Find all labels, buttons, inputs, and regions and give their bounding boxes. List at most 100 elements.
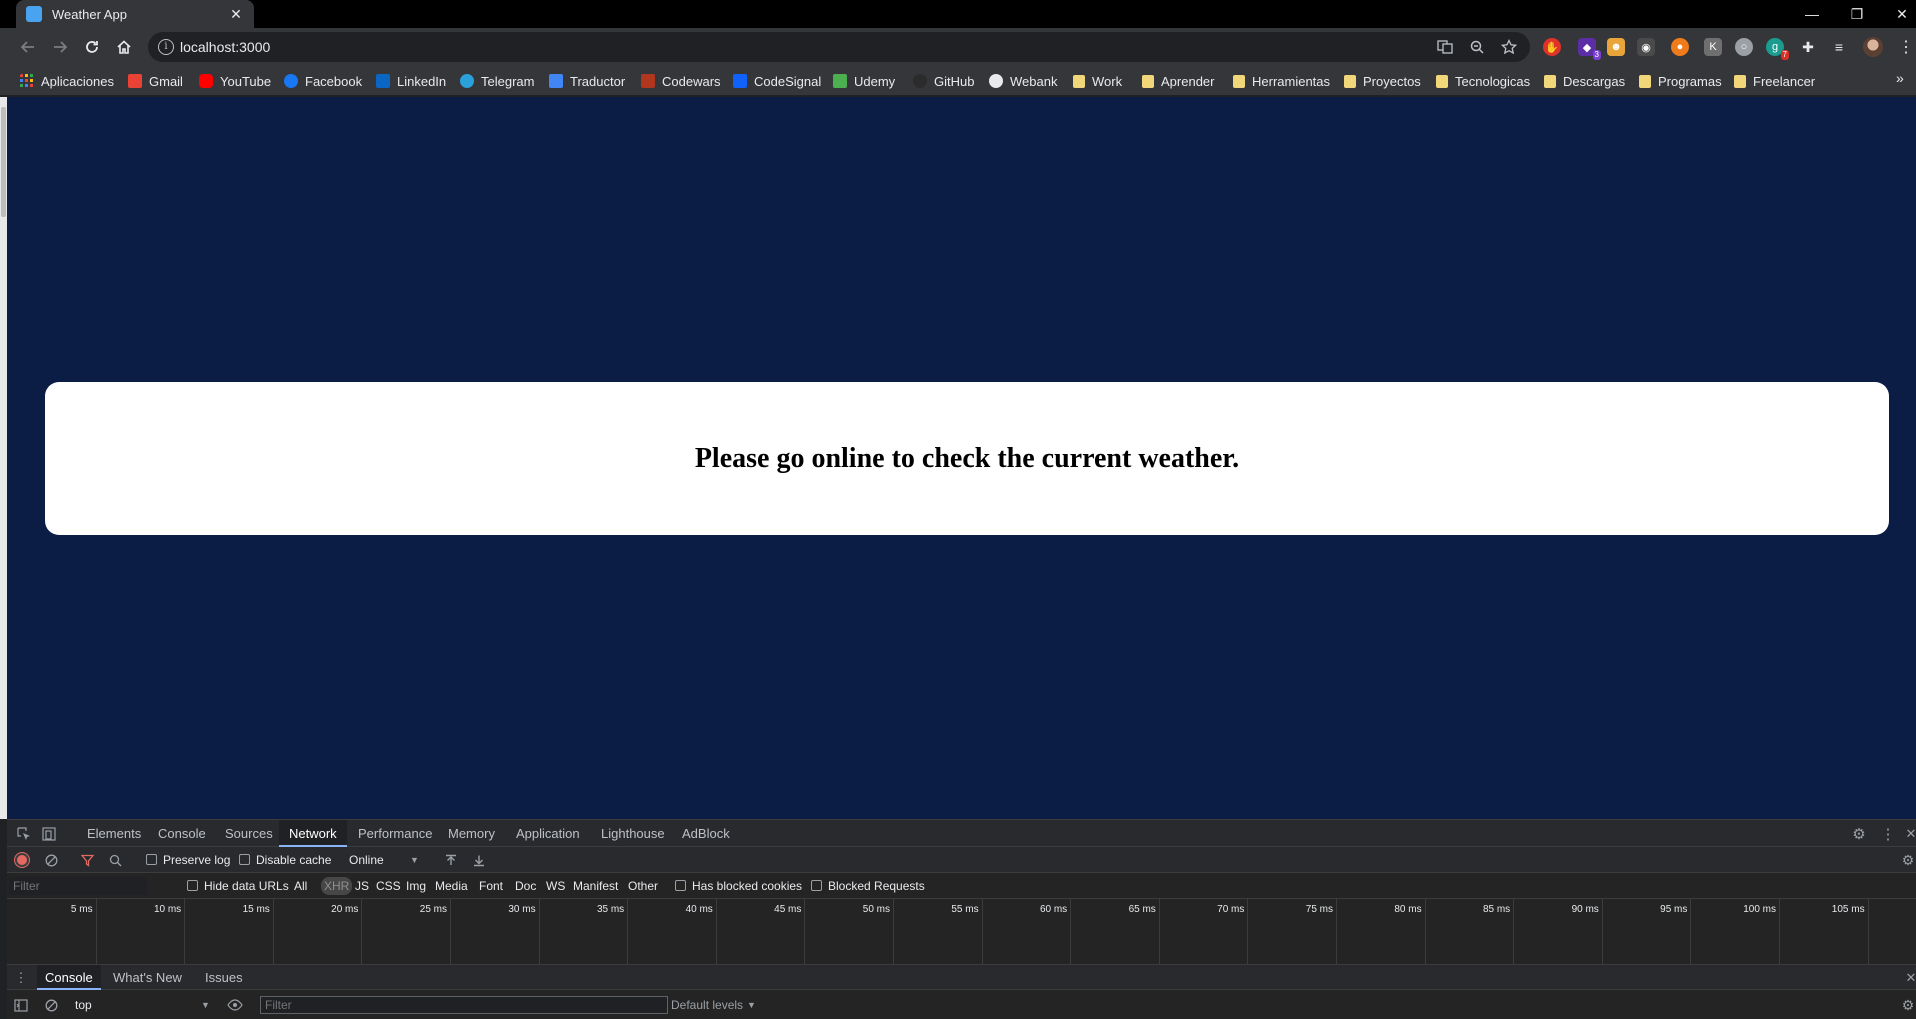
bookmark-facebook[interactable]: Facebook (284, 72, 362, 90)
type-filter-all[interactable]: All (291, 877, 310, 895)
devtools-tab-lighthouse[interactable]: Lighthouse (591, 820, 675, 847)
bookmark-gmail[interactable]: Gmail (128, 72, 183, 90)
console-settings-gear-icon[interactable]: ⚙ (1900, 997, 1916, 1013)
site-info-icon[interactable]: i (158, 39, 174, 55)
home-button[interactable] (112, 35, 136, 59)
extension-gray-icon[interactable]: K (1704, 38, 1722, 56)
type-filter-ws[interactable]: WS (543, 877, 568, 895)
bookmark-folder-tecnologicas[interactable]: Tecnologicas (1436, 72, 1530, 90)
extensions-puzzle-icon[interactable]: ✚ (1799, 38, 1817, 56)
reading-list-icon[interactable]: ≡ (1830, 38, 1848, 56)
bookmark-folder-freelancer[interactable]: Freelancer (1734, 72, 1815, 90)
drawer-tab-issues[interactable]: Issues (197, 965, 251, 990)
drawer-menu-icon[interactable]: ⋮ (13, 970, 29, 986)
browser-tab[interactable]: Weather App ✕ (16, 0, 254, 28)
log-levels-dropdown[interactable]: Default levels (671, 998, 743, 1012)
zoom-icon[interactable] (1468, 38, 1486, 56)
type-filter-css[interactable]: CSS (373, 877, 404, 895)
devtools-tab-console[interactable]: Console (148, 820, 216, 847)
disable-cache-checkbox[interactable] (239, 854, 250, 865)
bookmark-folder-programas[interactable]: Programas (1639, 72, 1722, 90)
type-filter-js[interactable]: JS (352, 877, 372, 895)
forward-button[interactable] (48, 35, 72, 59)
javascript-context-select[interactable]: top (75, 998, 92, 1012)
has-blocked-cookies-checkbox[interactable] (675, 880, 686, 891)
bookmark-github[interactable]: GitHub (913, 72, 974, 90)
preserve-log-checkbox[interactable] (146, 854, 157, 865)
drawer-tab-whats-new[interactable]: What's New (105, 965, 190, 990)
type-filter-img[interactable]: Img (403, 877, 429, 895)
close-window-button[interactable]: ✕ (1883, 0, 1916, 28)
bookmark-linkedin[interactable]: LinkedIn (376, 72, 446, 90)
console-filter-input[interactable] (260, 996, 668, 1014)
import-har-icon[interactable] (443, 852, 459, 868)
bookmark-codewars[interactable]: Codewars (641, 72, 721, 90)
type-filter-font[interactable]: Font (476, 877, 506, 895)
type-filter-media[interactable]: Media (432, 877, 471, 895)
back-button[interactable] (16, 35, 40, 59)
minimize-window-button[interactable]: — (1793, 0, 1831, 28)
devtools-tab-elements[interactable]: Elements (77, 820, 151, 847)
translate-icon[interactable] (1436, 38, 1454, 56)
bookmark-webank[interactable]: Webank (989, 72, 1057, 90)
extension-circle-icon[interactable]: ○ (1735, 38, 1753, 56)
devtools-tab-performance[interactable]: Performance (348, 820, 442, 847)
bookmark-udemy[interactable]: Udemy (833, 72, 895, 90)
extension-purple-icon[interactable]: ◆ 3 (1578, 38, 1601, 60)
type-filter-manifest[interactable]: Manifest (570, 877, 621, 895)
device-toolbar-icon[interactable] (41, 826, 57, 842)
inspect-element-icon[interactable] (16, 826, 32, 842)
extension-teal-icon[interactable]: g7 (1766, 38, 1789, 60)
devtools-tab-application[interactable]: Application (506, 820, 590, 847)
hide-data-urls-checkbox[interactable] (187, 880, 198, 891)
network-overview-timeline[interactable]: 5 ms 10 ms 15 ms 20 ms 25 ms 30 ms 35 ms 40 ms 4… (7, 899, 1916, 965)
devtools-tab-sources[interactable]: Sources (215, 820, 283, 847)
type-filter-doc[interactable]: Doc (512, 877, 539, 895)
page-scrollbar[interactable] (0, 97, 7, 819)
more-bookmarks-chevron-icon[interactable]: » (1896, 70, 1904, 86)
throttling-dropdown-arrow-icon[interactable]: ▼ (410, 855, 419, 865)
scrollbar-thumb[interactable] (1, 107, 6, 217)
bookmark-folder-herramientas[interactable]: Herramientas (1233, 72, 1330, 90)
record-network-button[interactable] (15, 853, 29, 867)
devtools-settings-gear-icon[interactable]: ⚙ (1851, 826, 1867, 843)
console-sidebar-icon[interactable] (13, 997, 29, 1013)
restore-window-button[interactable]: ❐ (1838, 0, 1876, 28)
export-har-icon[interactable] (471, 852, 487, 868)
throttling-select[interactable]: Online (349, 853, 384, 867)
devtools-tab-network[interactable]: Network (279, 820, 347, 847)
type-filter-xhr[interactable]: XHR (321, 877, 353, 895)
live-expression-eye-icon[interactable] (227, 997, 243, 1013)
devtools-menu-icon[interactable]: ⋮ (1880, 826, 1896, 843)
address-bar[interactable]: i localhost:3000 (148, 32, 1530, 62)
devtools-tab-memory[interactable]: Memory (438, 820, 505, 847)
close-devtools-icon[interactable]: ✕ (1903, 826, 1916, 842)
blocked-requests-checkbox[interactable] (811, 880, 822, 891)
clear-icon[interactable] (43, 852, 59, 868)
bookmark-youtube[interactable]: YouTube (199, 72, 271, 90)
filter-funnel-icon[interactable] (79, 852, 95, 868)
bookmark-folder-proyectos[interactable]: Proyectos (1344, 72, 1421, 90)
bookmark-codesignal[interactable]: CodeSignal (733, 72, 821, 90)
close-drawer-icon[interactable]: ✕ (1903, 970, 1916, 986)
bookmark-folder-aprender[interactable]: Aprender (1142, 72, 1214, 90)
clear-console-icon[interactable] (43, 997, 59, 1013)
bookmark-telegram[interactable]: Telegram (460, 72, 534, 90)
close-tab-icon[interactable]: ✕ (228, 6, 244, 23)
bookmark-folder-work[interactable]: Work (1073, 72, 1122, 90)
url-text[interactable]: localhost:3000 (180, 39, 270, 55)
bookmark-traductor[interactable]: Traductor (549, 72, 625, 90)
bookmark-folder-descargas[interactable]: Descargas (1544, 72, 1625, 90)
browser-menu-icon[interactable]: ⋮ (1898, 37, 1914, 57)
camera-extension-icon[interactable]: ◉ (1637, 38, 1655, 56)
type-filter-other[interactable]: Other (625, 877, 661, 895)
network-filter-input[interactable] (9, 877, 147, 895)
devtools-tab-adblock[interactable]: AdBlock (672, 820, 740, 847)
search-icon[interactable] (107, 852, 123, 868)
context-dropdown-arrow-icon[interactable]: ▼ (201, 1000, 210, 1010)
network-settings-gear-icon[interactable]: ⚙ (1900, 852, 1916, 868)
bookmark-aplicaciones[interactable]: Aplicaciones (20, 72, 114, 90)
levels-dropdown-arrow-icon[interactable]: ▼ (747, 1000, 756, 1010)
adblock-extension-icon[interactable]: ✋ (1543, 38, 1561, 56)
bookmark-star-icon[interactable] (1500, 38, 1518, 56)
